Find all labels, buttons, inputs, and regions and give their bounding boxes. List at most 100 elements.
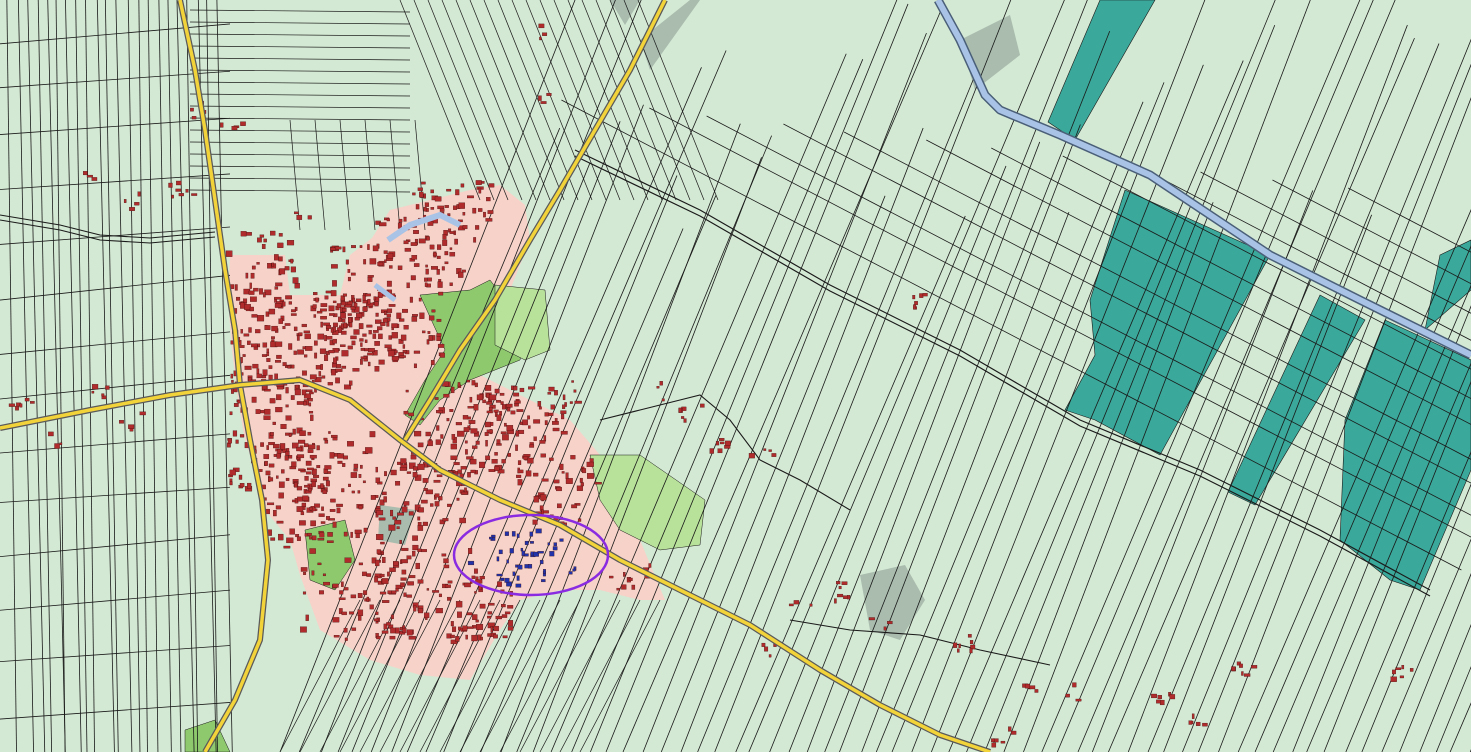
building <box>309 454 317 459</box>
building <box>379 573 385 578</box>
building <box>549 457 554 461</box>
building <box>418 297 422 302</box>
farm-building <box>8 403 15 407</box>
farm-building <box>768 449 772 452</box>
building <box>453 205 458 210</box>
building <box>379 591 387 595</box>
building <box>263 292 266 298</box>
cadastral-map[interactable] <box>0 0 1471 752</box>
building <box>554 390 558 396</box>
building <box>460 183 465 188</box>
building <box>470 469 476 474</box>
building <box>351 245 356 249</box>
building <box>327 382 333 386</box>
building <box>275 282 283 287</box>
building <box>294 388 301 396</box>
building <box>330 498 336 503</box>
building <box>417 442 424 448</box>
building <box>446 418 450 422</box>
building <box>252 363 259 369</box>
highlighted-building <box>504 531 509 536</box>
building <box>408 412 414 417</box>
building <box>460 466 467 470</box>
building <box>574 400 582 404</box>
building <box>522 419 528 426</box>
building <box>302 495 309 501</box>
building <box>457 611 462 618</box>
building <box>325 480 330 487</box>
building <box>278 233 283 237</box>
building <box>329 509 336 512</box>
building <box>347 269 351 273</box>
building <box>455 189 460 196</box>
farm-building <box>1072 682 1077 688</box>
building <box>320 316 327 320</box>
building <box>375 477 381 483</box>
building <box>296 506 304 512</box>
building <box>494 452 498 456</box>
building <box>450 634 455 639</box>
building <box>287 365 291 369</box>
farm-building <box>1188 720 1193 725</box>
farm-building <box>539 36 542 41</box>
farm-building <box>761 642 766 647</box>
building <box>343 322 347 328</box>
building <box>300 626 307 633</box>
building <box>232 430 238 437</box>
building <box>450 386 455 394</box>
building <box>309 374 317 380</box>
building <box>328 350 335 354</box>
building <box>358 323 364 330</box>
building <box>230 373 234 379</box>
building <box>295 384 300 389</box>
farm-building <box>48 431 54 437</box>
building <box>479 636 483 641</box>
highlighted-building <box>489 536 493 540</box>
building <box>384 344 392 349</box>
building <box>475 619 479 623</box>
building <box>540 453 546 458</box>
building <box>323 437 328 441</box>
building <box>428 335 433 341</box>
building <box>294 283 300 289</box>
building <box>475 440 480 445</box>
building <box>304 333 311 340</box>
farm-building <box>836 581 841 585</box>
farm-building <box>883 626 887 631</box>
farm-building <box>847 595 851 600</box>
building <box>413 605 417 612</box>
building <box>457 469 462 474</box>
building <box>537 401 542 407</box>
farm-building <box>294 211 299 215</box>
building <box>403 410 409 415</box>
building <box>358 615 362 621</box>
highlighted-building <box>559 538 564 542</box>
building <box>290 258 294 264</box>
building <box>442 239 448 246</box>
building <box>482 399 486 404</box>
building <box>340 344 346 347</box>
building <box>474 591 477 594</box>
building <box>266 348 269 353</box>
building <box>375 559 380 567</box>
building <box>491 459 498 464</box>
farm-building <box>123 199 127 203</box>
farm-building <box>1231 666 1236 672</box>
building <box>429 244 435 250</box>
building <box>306 471 312 475</box>
building <box>444 584 451 588</box>
farm-building <box>1029 685 1036 690</box>
building <box>341 488 345 493</box>
building <box>516 474 522 478</box>
farm-building <box>1195 721 1201 726</box>
building <box>458 202 465 209</box>
building <box>384 311 387 316</box>
farm-building <box>724 445 731 449</box>
farm-building <box>1075 698 1082 702</box>
farm-building <box>768 654 772 658</box>
building <box>319 532 325 538</box>
building <box>538 406 542 410</box>
building <box>356 298 362 303</box>
farm-building <box>1024 683 1031 689</box>
farm-building <box>1239 663 1243 668</box>
